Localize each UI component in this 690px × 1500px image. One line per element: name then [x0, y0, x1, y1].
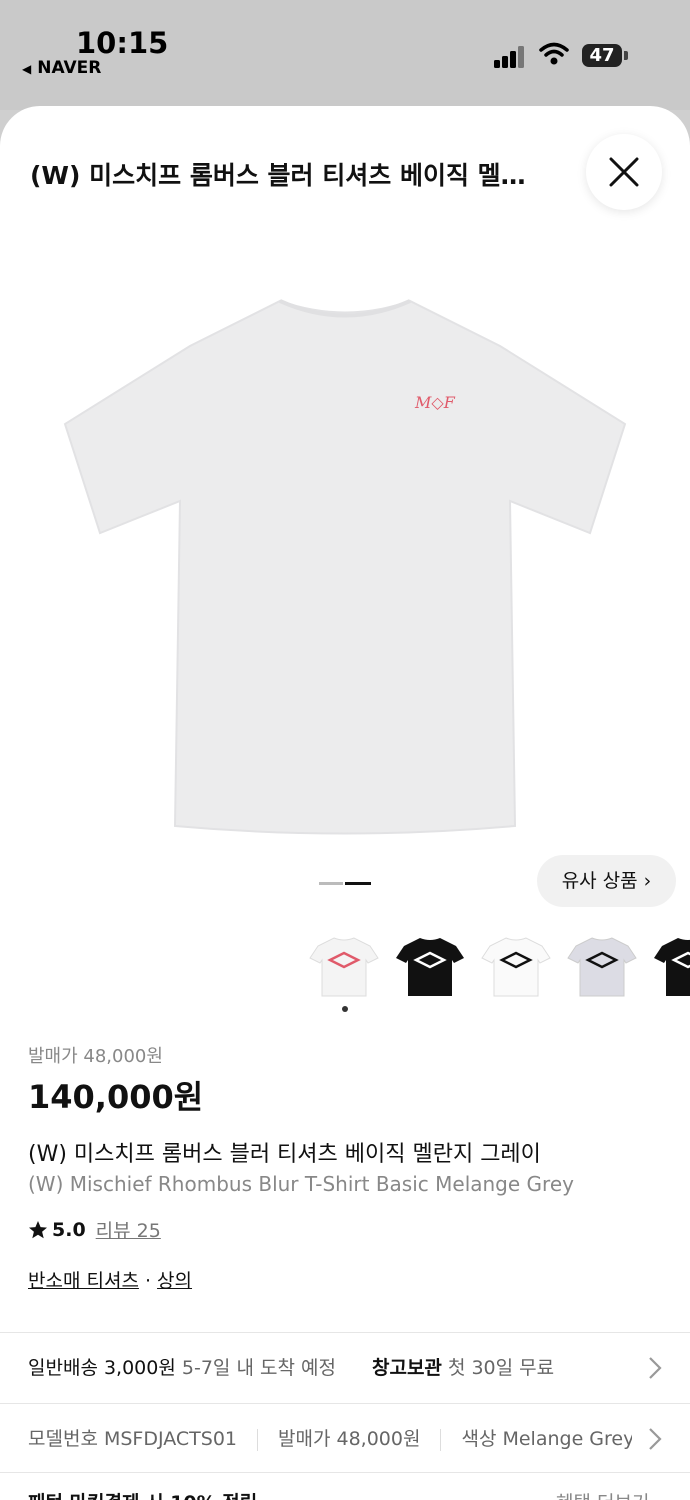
- category-main-link[interactable]: 반소매 티셔츠: [28, 1270, 139, 1292]
- cellular-signal-icon: [494, 46, 526, 68]
- category-breadcrumb: 반소매 티셔츠 · 상의: [28, 1266, 192, 1293]
- tshirt-thumbnail-icon: [396, 938, 464, 996]
- star-icon: [29, 1220, 47, 1238]
- tshirt-thumbnail-icon: [567, 937, 637, 997]
- tshirt-thumbnail-icon: [481, 937, 551, 997]
- gallery-indicator-inactive: [319, 882, 343, 885]
- spec-separator: [257, 1428, 259, 1451]
- back-arrow-icon: ◀: [22, 62, 32, 76]
- spec-row: 모델번호 MSFDJACTS01 발매가 48,000원 색상 Melange Gr…: [28, 1424, 632, 1451]
- chevron-right-icon[interactable]: [648, 1356, 662, 1380]
- benefit-row-label: 패턴 마킹결제 시 10% 적립: [28, 1488, 257, 1500]
- chevron-right-icon[interactable]: [648, 1427, 662, 1451]
- spec-separator: [440, 1428, 442, 1451]
- tshirt-thumbnail-icon: [654, 938, 690, 996]
- storage-label: 창고보관: [371, 1357, 442, 1379]
- spec-release-price: 발매가 48,000원: [278, 1428, 421, 1450]
- category-separator: ·: [138, 1270, 158, 1292]
- wifi-icon: [539, 42, 569, 65]
- shipping-label: 일반배송 3,000원: [28, 1357, 176, 1379]
- thumbnail-1[interactable]: [306, 926, 382, 1002]
- shipping-eta: 5-7일 내 도착 예정: [181, 1357, 336, 1379]
- thumbnail-3[interactable]: [478, 926, 554, 1002]
- spec-color: 색상 Melange Grey: [461, 1428, 632, 1450]
- current-price: 140,000원: [28, 1078, 204, 1116]
- divider: [0, 1472, 690, 1473]
- thumbnail-selected-dot: [342, 1006, 348, 1012]
- product-name-ko: (W) 미스치프 롬버스 블러 티셔츠 베이직 멜란지 그레이: [28, 1142, 541, 1167]
- storage-note: 첫 30일 무료: [447, 1357, 555, 1379]
- product-name-en: (W) Mischief Rhombus Blur T-Shirt Basic …: [28, 1172, 574, 1196]
- model-number: 모델번호 MSFDJACTS01: [28, 1428, 238, 1450]
- thumbnail-2[interactable]: [392, 926, 468, 1002]
- category-sub-link[interactable]: 상의: [157, 1270, 192, 1292]
- reviews-link[interactable]: 리뷰 25: [96, 1216, 161, 1243]
- product-sheet: (W) 미스치프 롬버스 블러 티셔츠 베이직 멜… M◇F 유사 상품 › 발…: [0, 106, 690, 1500]
- back-to-app-link[interactable]: ◀ NAVER: [22, 58, 101, 78]
- rating: 5.0 리뷰 25: [28, 1216, 161, 1243]
- svg-text:M◇F: M◇F: [414, 393, 456, 412]
- status-bar: 10:15 ◀ NAVER 47: [0, 0, 690, 110]
- gallery-indicator-active: [345, 882, 371, 885]
- sheet-title: (W) 미스치프 롬버스 블러 티셔츠 베이직 멜…: [30, 161, 526, 190]
- status-time: 10:15: [76, 26, 169, 60]
- rating-value: 5.0: [52, 1218, 86, 1241]
- battery-nub: [624, 51, 628, 60]
- similar-products-button[interactable]: 유사 상품 ›: [537, 855, 676, 907]
- shipping-row[interactable]: 일반배송 3,000원 5-7일 내 도착 예정 창고보관 첫 30일 무료: [28, 1353, 554, 1380]
- release-price: 발매가 48,000원: [28, 1046, 163, 1067]
- thumbnail-4[interactable]: [564, 926, 640, 1002]
- divider: [0, 1403, 690, 1404]
- benefit-more-link[interactable]: 혜택 더보기: [556, 1488, 649, 1500]
- tshirt-thumbnail-icon: [309, 937, 379, 997]
- close-button[interactable]: [586, 134, 662, 210]
- thumbnail-5[interactable]: [650, 926, 690, 1002]
- close-icon: [609, 157, 639, 187]
- product-image[interactable]: M◇F: [60, 296, 630, 841]
- back-app-label: NAVER: [37, 58, 102, 78]
- divider: [0, 1332, 690, 1333]
- battery-icon: 47: [582, 44, 622, 67]
